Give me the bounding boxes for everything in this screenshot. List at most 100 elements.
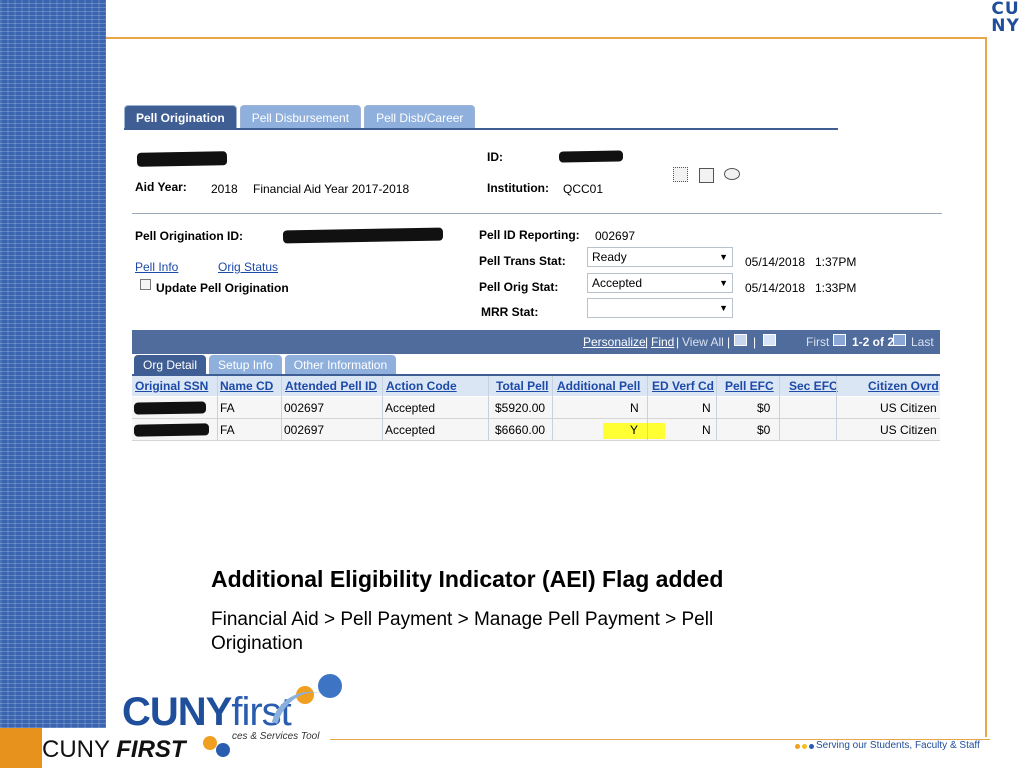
cell-attended-pell-id: 002697 [284, 401, 325, 415]
col-ed-verf-cd[interactable]: ED Verf Cd [652, 379, 714, 393]
col-sec-efc[interactable]: Sec EFC [789, 379, 838, 393]
separator: | [753, 335, 757, 349]
zoom-grid-icon[interactable] [734, 334, 747, 346]
strip-texture [0, 0, 106, 728]
chevron-down-icon: ▼ [719, 303, 728, 313]
cell-citizen-ovrd: US Citizen [880, 423, 937, 437]
last-link[interactable]: Last [911, 335, 934, 349]
cell-ed-verf-cd: N [702, 401, 711, 415]
cell-additional-pell: N [630, 401, 639, 415]
col-name-cd[interactable]: Name CD [220, 379, 273, 393]
tab-pell-origination[interactable]: Pell Origination [124, 105, 237, 129]
chevron-down-icon: ▼ [719, 278, 728, 288]
tab-org-detail[interactable]: Org Detail [134, 355, 207, 375]
col-additional-pell[interactable]: Additional Pell [557, 379, 640, 393]
trans-stat-date: 05/14/2018 [745, 255, 806, 269]
serving-tagline: Serving our Students, Faculty & Staff [816, 740, 980, 751]
row-range: 1-2 of 2 [852, 335, 895, 349]
tab-pell-disb-career[interactable]: Pell Disb/Career [364, 105, 476, 129]
cell-name-cd: FA [220, 401, 235, 415]
slide-title: Additional Eligibility Indicator (AEI) F… [211, 566, 724, 592]
redacted-ssn [133, 423, 210, 437]
top-rule [106, 37, 986, 39]
bullet-dot [795, 744, 800, 749]
column-separator [382, 376, 383, 440]
cell-additional-pell-flag: Y [630, 423, 639, 437]
column-separator [647, 376, 648, 440]
separator: | [645, 335, 649, 349]
wordmark-cuny: CUNY [42, 736, 110, 763]
view-all-link[interactable]: View All [682, 335, 724, 349]
update-pell-origination-checkbox[interactable] [140, 279, 151, 290]
cell-pell-efc: $0 [757, 423, 771, 437]
bullet-dot [802, 744, 807, 749]
cunyfirst-logo: CUNYfirst [122, 690, 292, 735]
next-arrow-icon[interactable] [893, 334, 906, 346]
pell-origination-id-label: Pell Origination ID: [135, 229, 244, 243]
left-decorative-strip [0, 0, 106, 728]
cell-ed-verf-cd: N [702, 423, 711, 437]
column-separator [281, 376, 282, 440]
pell-info-link[interactable]: Pell Info [135, 260, 178, 274]
cell-name-cd: FA [220, 423, 235, 437]
mrr-stat-select[interactable]: ▼ [587, 298, 733, 318]
section-divider [132, 213, 942, 214]
chevron-down-icon: ▼ [719, 252, 728, 262]
id-label: ID: [487, 150, 503, 164]
cell-action-code: Accepted [385, 401, 436, 415]
tabs-underline [124, 128, 838, 130]
update-pell-origination-label: Update Pell Origination [156, 281, 289, 295]
wordmark-orange-dot [203, 736, 217, 750]
navigation-path: Financial Aid > Pell Payment > Manage Pe… [211, 609, 714, 654]
orange-corner-block [0, 728, 42, 768]
grid-tabs: Org Detail Setup Info Other Information [134, 355, 399, 375]
col-attended-pell-id[interactable]: Attended Pell ID [285, 379, 377, 393]
column-separator [836, 376, 837, 440]
notepad-icon[interactable] [673, 167, 688, 182]
mrr-stat-label: MRR Stat: [481, 305, 539, 319]
column-separator [716, 376, 717, 440]
pell-orig-stat-select[interactable]: Accepted ▼ [587, 273, 733, 293]
cell-action-code: Accepted [385, 423, 436, 437]
first-link[interactable]: First [806, 335, 829, 349]
pell-trans-stat-select[interactable]: Ready ▼ [587, 247, 733, 267]
col-original-ssn[interactable]: Original SSN [135, 379, 208, 393]
personalize-link[interactable]: Personalize [583, 335, 646, 349]
tab-setup-info[interactable]: Setup Info [209, 355, 282, 375]
pell-id-reporting-value: 002697 [595, 229, 636, 243]
grid-header: Original SSN Name CD Attended Pell ID Ac… [132, 376, 940, 396]
cell-pell-efc: $0 [757, 401, 771, 415]
pell-id-reporting-label: Pell ID Reporting: [479, 228, 580, 242]
redacted-origination-id [282, 227, 444, 244]
redacted-name [136, 151, 228, 167]
col-total-pell[interactable]: Total Pell [496, 379, 548, 393]
trans-stat-time: 1:37PM [815, 255, 857, 269]
aid-year-value: 2018 [211, 182, 238, 196]
edit-checklist-icon[interactable] [699, 168, 714, 183]
find-link[interactable]: Find [651, 335, 674, 349]
cuny-logo: CU NY [987, 0, 1024, 40]
page-tabs: Pell Origination Pell Disbursement Pell … [124, 105, 478, 129]
cell-total-pell: $5920.00 [495, 401, 546, 415]
comment-bubble-icon[interactable] [724, 168, 740, 180]
col-pell-efc[interactable]: Pell EFC [725, 379, 774, 393]
tab-other-information[interactable]: Other Information [284, 355, 397, 375]
col-action-code[interactable]: Action Code [386, 379, 457, 393]
separator: | [676, 335, 680, 349]
cuny-first-wordmark: CUNY FIRST [42, 736, 186, 764]
table-row: FA 002697 Accepted $6660.00 N $0 US Citi… [132, 419, 940, 441]
wordmark-first: FIRST [116, 736, 186, 763]
orig-status-link[interactable]: Orig Status [218, 260, 278, 274]
bullet-dot [809, 744, 814, 749]
institution-value: QCC01 [563, 182, 604, 196]
institution-label: Institution: [487, 181, 549, 195]
tab-pell-disbursement[interactable]: Pell Disbursement [239, 105, 362, 129]
right-rule [985, 37, 987, 737]
previous-arrow-icon[interactable] [833, 334, 846, 346]
pell-trans-stat-label: Pell Trans Stat: [479, 254, 566, 268]
col-citizen-ovrd[interactable]: Citizen Ovrd [868, 379, 939, 393]
cell-citizen-ovrd: US Citizen [880, 401, 937, 415]
download-grid-icon[interactable] [763, 334, 776, 346]
pell-orig-stat-label: Pell Orig Stat: [479, 280, 559, 294]
aid-year-label: Aid Year: [135, 180, 187, 194]
